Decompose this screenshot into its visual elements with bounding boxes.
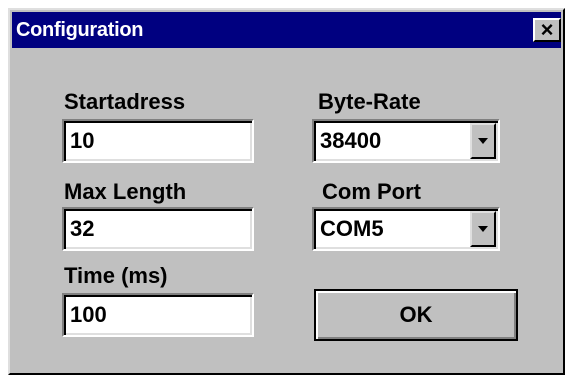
time-ms-input[interactable] (70, 299, 240, 331)
startadress-field-frame (62, 119, 254, 163)
chevron-down-icon (478, 138, 488, 144)
com-port-label: Com Port (322, 179, 421, 204)
com-port-value: COM5 (320, 216, 384, 241)
time-ms-field-frame (62, 293, 254, 337)
max-length-input[interactable] (70, 213, 240, 245)
close-icon: × (540, 17, 554, 42)
com-port-select[interactable]: COM5 (312, 207, 500, 251)
startadress-label: Startadress (64, 89, 186, 114)
com-port-dropdown-button[interactable] (470, 211, 496, 247)
ok-button-label: OK (399, 302, 433, 327)
title-bar: Configuration × (12, 12, 561, 48)
byte-rate-label: Byte-Rate (318, 89, 421, 114)
configuration-dialog: Configuration × Startadress Max Length T… (8, 8, 565, 375)
startadress-input[interactable] (70, 125, 240, 157)
max-length-field-frame (62, 207, 254, 251)
max-length-label: Max Length (64, 179, 187, 204)
byte-rate-value: 38400 (320, 128, 382, 153)
byte-rate-select[interactable]: 38400 (312, 119, 500, 163)
window-title: Configuration (16, 19, 144, 41)
ok-button[interactable]: OK (314, 289, 518, 341)
chevron-down-icon (478, 226, 488, 232)
time-ms-label: Time (ms) (64, 263, 168, 288)
byte-rate-dropdown-button[interactable] (470, 123, 496, 159)
close-button[interactable]: × (533, 18, 561, 42)
